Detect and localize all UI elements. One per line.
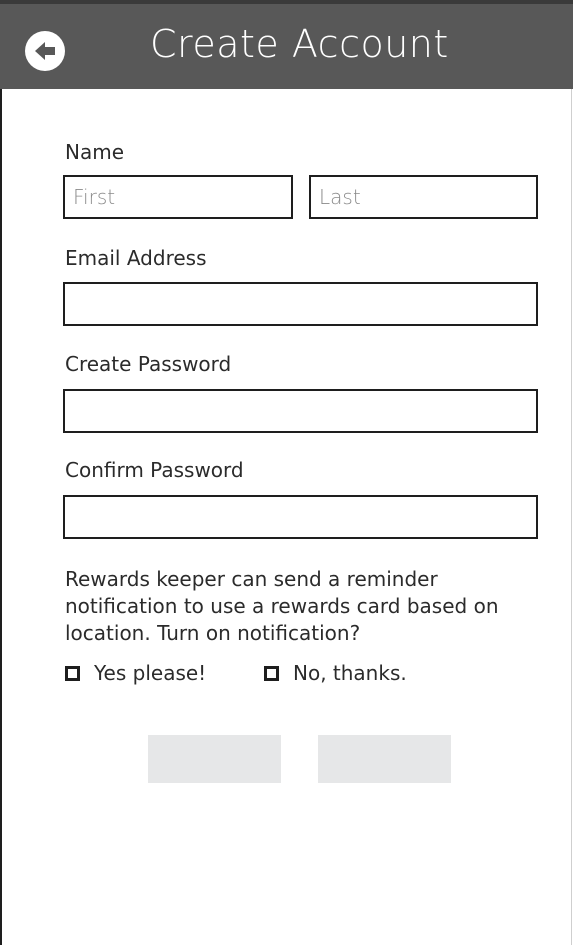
- first-name-input[interactable]: [65, 177, 291, 217]
- arrow-left-icon: [35, 42, 55, 60]
- create-password-label: Create Password: [65, 352, 232, 376]
- confirm-password-label: Confirm Password: [65, 458, 244, 482]
- last-name-input[interactable]: [311, 177, 536, 217]
- confirm-password-input[interactable]: [65, 497, 536, 537]
- create-password-input[interactable]: [65, 391, 536, 431]
- email-label: Email Address: [65, 246, 207, 270]
- page-title: Create Account: [150, 22, 449, 66]
- notification-prompt-line: notification to use a rewards card based…: [65, 594, 499, 618]
- confirm-password-field[interactable]: [63, 495, 538, 539]
- create-password-field[interactable]: [63, 389, 538, 433]
- app-header: Create Account: [0, 0, 573, 89]
- no-thanks-label: No, thanks.: [293, 661, 407, 685]
- yes-please-option[interactable]: Yes please!: [65, 661, 206, 685]
- action-button-left[interactable]: [148, 735, 281, 783]
- email-input[interactable]: [65, 284, 536, 324]
- yes-checkbox[interactable]: [65, 665, 80, 681]
- back-button[interactable]: [25, 31, 65, 71]
- notification-prompt-line: Rewards keeper can send a reminder: [65, 567, 438, 591]
- no-thanks-option[interactable]: No, thanks.: [264, 661, 407, 685]
- notification-prompt: Rewards keeper can send a reminder notif…: [65, 566, 545, 647]
- notification-prompt-line: location. Turn on notification?: [65, 621, 361, 645]
- action-button-right[interactable]: [318, 735, 451, 783]
- email-field[interactable]: [63, 282, 538, 326]
- no-checkbox[interactable]: [264, 665, 279, 681]
- last-name-field[interactable]: [309, 175, 538, 219]
- yes-please-label: Yes please!: [94, 661, 207, 685]
- first-name-field[interactable]: [63, 175, 293, 219]
- name-label: Name: [65, 140, 125, 164]
